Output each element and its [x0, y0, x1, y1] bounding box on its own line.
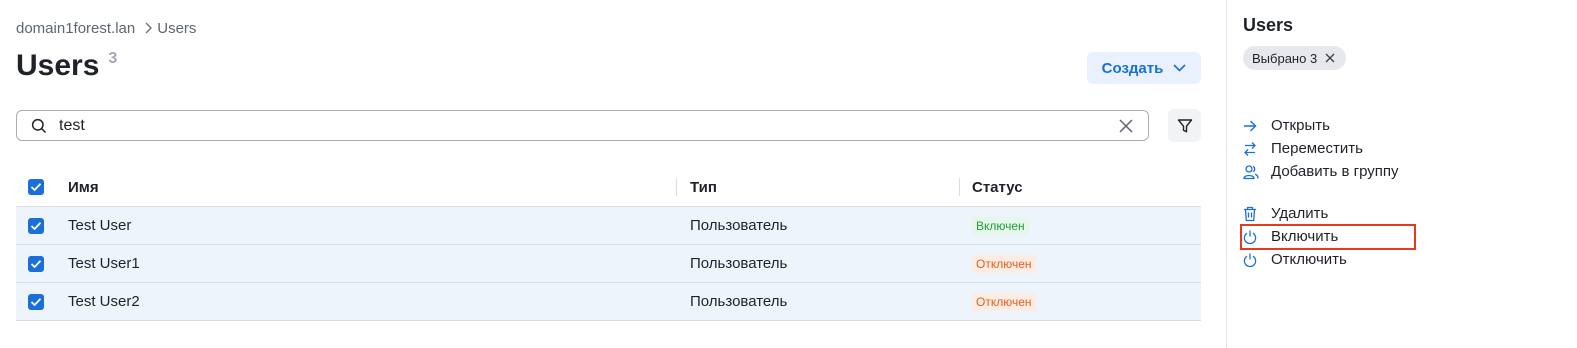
row-checkbox[interactable]: [28, 255, 44, 272]
table-row[interactable]: Test User1 Пользователь Отключен: [16, 245, 1201, 283]
column-divider[interactable]: [959, 178, 960, 196]
column-header-status[interactable]: Статус: [972, 179, 1023, 196]
row-type: Пользователь: [690, 255, 788, 272]
table-row[interactable]: Test User2 Пользователь Отключен: [16, 283, 1201, 321]
row-name[interactable]: Test User: [68, 217, 131, 234]
filter-icon: [1177, 118, 1193, 134]
column-divider[interactable]: [676, 178, 677, 196]
action-add-to-group[interactable]: Добавить в группу: [1243, 160, 1573, 183]
users-table: Имя Тип Статус Test User Пользователь Вк…: [16, 168, 1201, 321]
arrow-right-icon: [1243, 120, 1271, 132]
page-title: Users: [16, 49, 100, 82]
power-icon: [1243, 252, 1271, 268]
row-name[interactable]: Test User1: [68, 255, 140, 272]
action-label: Добавить в группу: [1271, 163, 1399, 180]
action-label: Включить: [1271, 228, 1339, 245]
action-enable[interactable]: Включить: [1243, 225, 1573, 248]
side-panel: Users Выбрано 3 Открыть Переместить Доба…: [1226, 0, 1577, 348]
action-label: Отключить: [1271, 251, 1347, 268]
row-type: Пользователь: [690, 217, 788, 234]
row-name[interactable]: Test User2: [68, 293, 140, 310]
action-label: Открыть: [1271, 117, 1330, 134]
action-label: Переместить: [1271, 140, 1363, 157]
action-open[interactable]: Открыть: [1243, 114, 1573, 137]
action-label: Удалить: [1271, 205, 1329, 222]
trash-icon: [1243, 206, 1271, 222]
main-content: domain1forest.lan Users Users 3 Создать …: [0, 0, 1226, 348]
create-button-label: Создать: [1101, 59, 1164, 77]
row-checkbox[interactable]: [28, 293, 44, 310]
breadcrumb-domain-link[interactable]: domain1forest.lan: [16, 20, 135, 37]
table-header: Имя Тип Статус: [16, 168, 1201, 207]
column-header-type[interactable]: Тип: [690, 179, 717, 196]
power-icon: [1243, 229, 1271, 245]
status-badge: Отключен: [972, 254, 1036, 273]
breadcrumb-current: Users: [157, 19, 197, 37]
select-all-checkbox[interactable]: [28, 179, 44, 195]
action-move[interactable]: Переместить: [1243, 137, 1573, 160]
chevron-right-icon: [144, 22, 153, 34]
selection-chip-label: Выбрано 3: [1252, 50, 1318, 66]
action-disable[interactable]: Отключить: [1243, 248, 1573, 271]
table-row[interactable]: Test User Пользователь Включен: [16, 207, 1201, 245]
status-badge: Включен: [972, 216, 1029, 235]
row-checkbox[interactable]: [28, 217, 44, 234]
chevron-down-icon: [1173, 64, 1186, 72]
status-badge: Отключен: [972, 292, 1036, 311]
selection-chip: Выбрано 3: [1243, 46, 1347, 70]
breadcrumb: domain1forest.lan Users: [16, 19, 196, 37]
page-header: Users 3: [16, 46, 117, 86]
search-icon: [31, 118, 49, 134]
actions-list: Открыть Переместить Добавить в группу Уд…: [1243, 114, 1573, 271]
users-group-icon: [1243, 164, 1271, 180]
clear-selection-icon[interactable]: [1325, 53, 1335, 63]
column-header-name[interactable]: Имя: [68, 179, 99, 196]
swap-arrows-icon: [1243, 141, 1271, 157]
search-value[interactable]: test: [59, 117, 1118, 135]
action-delete[interactable]: Удалить: [1243, 202, 1573, 225]
create-button[interactable]: Создать: [1087, 52, 1201, 84]
side-panel-title: Users: [1243, 15, 1294, 35]
clear-search-icon[interactable]: [1118, 118, 1134, 134]
page-title-count: 3: [108, 50, 118, 67]
row-type: Пользователь: [690, 293, 788, 310]
filter-button[interactable]: [1168, 109, 1201, 142]
search-input[interactable]: test: [16, 110, 1149, 141]
